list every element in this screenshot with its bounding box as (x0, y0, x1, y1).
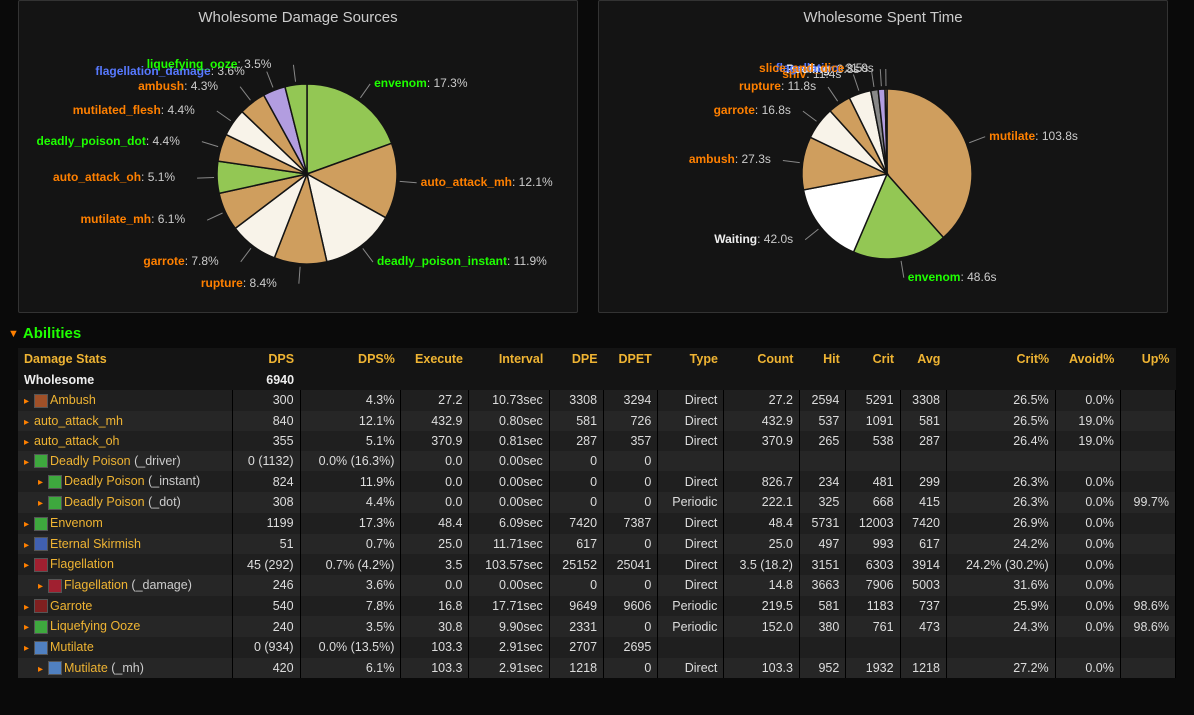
col-header[interactable]: Type (658, 348, 724, 370)
table-row[interactable]: ▸Garrote 5407.8%16.817.71sec96499606Peri… (18, 596, 1176, 617)
damage-stats-table: Damage StatsDPSDPS%ExecuteIntervalDPEDPE… (18, 348, 1176, 678)
pie-chart-time: mutilate: 103.8senvenom: 48.6sWaiting: 4… (607, 34, 1159, 304)
table-row[interactable]: ▸Liquefying Ooze 2403.5%30.89.90sec23310… (18, 616, 1176, 637)
table-row[interactable]: ▸auto_attack_oh 3555.1%370.90.81sec28735… (18, 431, 1176, 451)
expand-icon[interactable]: ▸ (24, 417, 34, 428)
group-dps: 6940 (232, 370, 300, 390)
table-row[interactable]: ▸Eternal Skirmish 510.7%25.011.71sec6170… (18, 534, 1176, 555)
pie-chart-damage: envenom: 17.3%auto_attack_mh: 12.1%deadl… (27, 34, 569, 304)
expand-icon[interactable]: ▸ (24, 437, 34, 448)
expand-icon[interactable]: ▸ (24, 643, 34, 654)
col-header[interactable]: Interval (469, 348, 549, 370)
expand-icon[interactable]: ▸ (24, 519, 34, 530)
table-row[interactable]: ▸Mutilate (_mh) 4206.1%103.32.91sec12180… (18, 658, 1176, 679)
table-row[interactable]: ▸auto_attack_mh 84012.1%432.90.80sec5817… (18, 411, 1176, 431)
col-header[interactable]: DPE (549, 348, 603, 370)
col-header[interactable]: DPS (232, 348, 300, 370)
expand-icon[interactable]: ▸ (24, 396, 34, 407)
col-header[interactable]: Execute (401, 348, 469, 370)
expand-icon[interactable]: ▸ (38, 581, 48, 592)
col-header[interactable]: DPS% (300, 348, 401, 370)
expand-icon[interactable]: ▸ (38, 664, 48, 675)
damage-sources-panel: Wholesome Damage Sources envenom: 17.3%a… (18, 0, 578, 313)
expand-icon[interactable]: ▸ (24, 602, 34, 613)
col-header[interactable]: Hit (799, 348, 845, 370)
spent-time-panel: Wholesome Spent Time mutilate: 103.8senv… (598, 0, 1168, 313)
col-header[interactable]: Crit (846, 348, 900, 370)
table-row[interactable]: ▸Ambush 3004.3%27.210.73sec33083294Direc… (18, 390, 1176, 411)
col-header[interactable]: Avoid% (1055, 348, 1120, 370)
table-row[interactable]: ▸Deadly Poison (_driver) 0 (1132)0.0% (1… (18, 451, 1176, 472)
col-header[interactable]: Avg (900, 348, 946, 370)
col-header[interactable]: Up% (1120, 348, 1175, 370)
collapse-icon: ▼ (8, 328, 19, 340)
table-row[interactable]: ▸Mutilate 0 (934)0.0% (13.5%)103.32.91se… (18, 637, 1176, 658)
expand-icon[interactable]: ▸ (24, 540, 34, 551)
expand-icon[interactable]: ▸ (38, 477, 48, 488)
table-row[interactable]: ▸Flagellation 45 (292)0.7% (4.2%)3.5103.… (18, 554, 1176, 575)
col-header[interactable]: DPET (604, 348, 658, 370)
col-header[interactable]: Count (724, 348, 800, 370)
expand-icon[interactable]: ▸ (38, 498, 48, 509)
table-row[interactable]: ▸Flagellation (_damage) 2463.6%0.00.00se… (18, 575, 1176, 596)
expand-icon[interactable]: ▸ (24, 457, 34, 468)
abilities-header[interactable]: ▼ Abilities (0, 313, 1194, 348)
chart-title-1: Wholesome Damage Sources (27, 9, 569, 26)
expand-icon[interactable]: ▸ (24, 560, 34, 571)
table-row[interactable]: ▸Envenom 119917.3%48.46.09sec74207387Dir… (18, 513, 1176, 534)
table-row[interactable]: ▸Deadly Poison (_dot) 3084.4%0.00.00sec0… (18, 492, 1176, 513)
expand-icon[interactable]: ▸ (24, 622, 34, 633)
chart-title-2: Wholesome Spent Time (607, 9, 1159, 26)
table-row[interactable]: ▸Deadly Poison (_instant) 82411.9%0.00.0… (18, 471, 1176, 492)
col-header[interactable]: Damage Stats (18, 348, 232, 370)
col-header[interactable]: Crit% (946, 348, 1055, 370)
group-name: Wholesome (18, 370, 232, 390)
